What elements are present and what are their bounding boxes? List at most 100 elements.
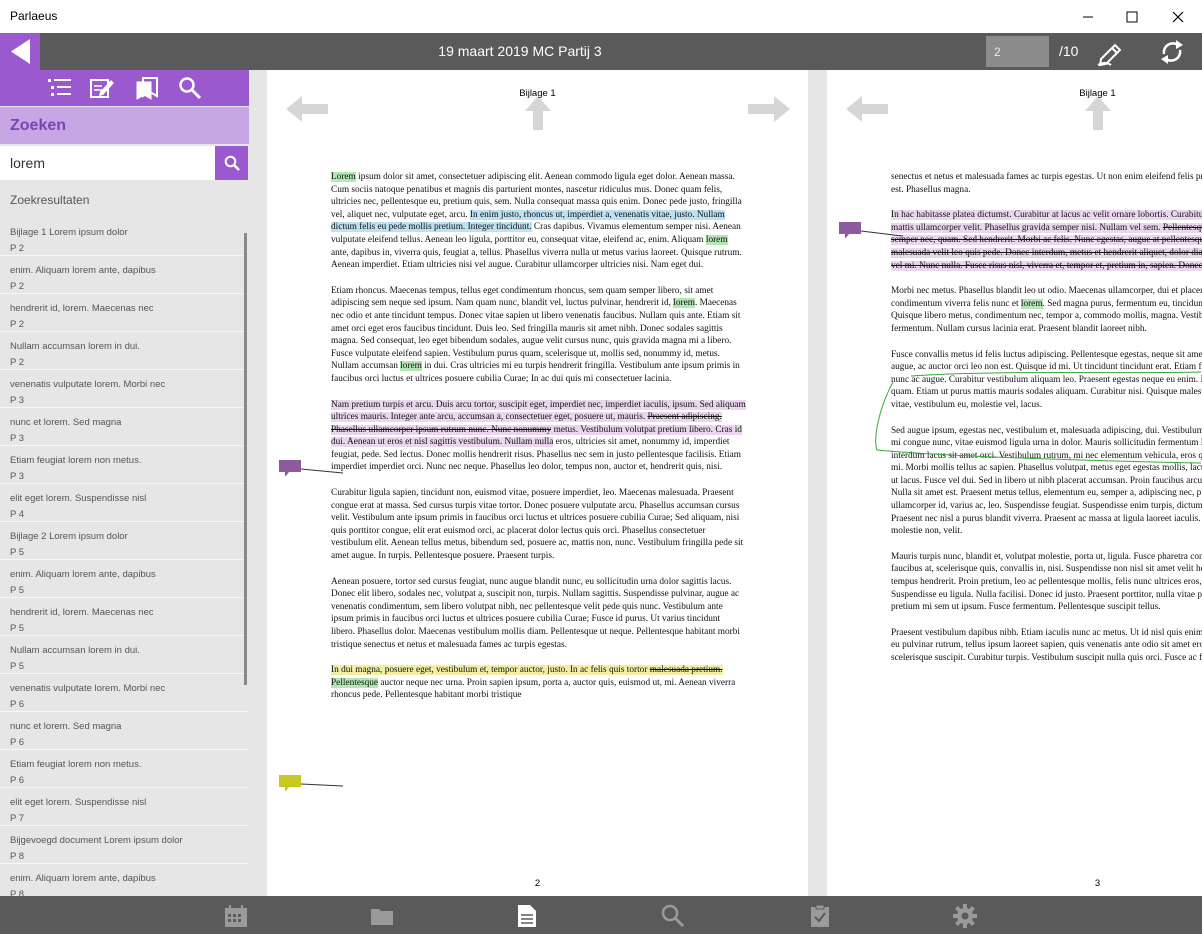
search-result-text: nunc et lorem. Sed magna — [10, 417, 122, 428]
previous-page-arrow-icon[interactable] — [286, 96, 330, 122]
nav-search[interactable] — [661, 904, 685, 928]
up-arrow-icon[interactable] — [1085, 96, 1111, 130]
search-submit-button[interactable] — [215, 146, 248, 180]
paragraph: In hac habitasse platea dictumst. Curabi… — [891, 209, 1202, 272]
bookmarks-icon — [136, 77, 158, 100]
results-scrollbar[interactable] — [244, 233, 247, 685]
paragraph: Etiam rhoncus. Maecenas tempus, tellus e… — [331, 285, 746, 386]
search-result-text: Bijlage 2 Lorem ipsum dolor — [10, 531, 128, 542]
paragraph: Lorem ipsum dolor sit amet, consectetuer… — [331, 171, 746, 272]
search-icon — [661, 904, 685, 928]
close-button[interactable] — [1156, 4, 1200, 30]
search-result-page: P 2 — [10, 281, 25, 292]
page-number: 3 — [1094, 878, 1101, 889]
search-result-text: Bijgevoegd document Lorem ipsum dolor — [10, 835, 183, 846]
search-result-page: P 5 — [10, 623, 25, 634]
nav-tasks[interactable] — [808, 904, 832, 928]
strikethrough-highlight[interactable]: malesuada pretium. — [649, 665, 723, 676]
search-hit-highlight: lorem — [673, 298, 695, 309]
search-hit-highlight: lorem — [400, 361, 422, 372]
edit-icon — [90, 79, 114, 98]
search-result-page: P 6 — [10, 699, 25, 710]
maximize-button[interactable] — [1110, 4, 1154, 30]
search-result-text: venenatis vulputate lorem. Morbi nec — [10, 683, 166, 694]
document-viewer: Bijlage 1 Lorem ipsum dolor sit amet, co… — [249, 70, 1202, 896]
search-result-item[interactable]: hendrerit id, lorem. Maecenas nec P 5 — [0, 598, 249, 636]
search-result-page: P 7 — [10, 813, 25, 824]
maximize-icon — [1126, 11, 1138, 23]
sidebar-heading-text: Zoeken — [10, 117, 67, 134]
pen-annotate-button[interactable] — [1095, 37, 1125, 67]
search-result-page: P 3 — [10, 471, 25, 482]
search-result-item[interactable]: venenatis vulputate lorem. Morbi nec P 3 — [0, 370, 249, 408]
tab-bookmarks[interactable] — [134, 76, 160, 100]
search-result-page: P 5 — [10, 547, 25, 558]
search-result-text: hendrerit id, lorem. Maecenas nec — [10, 607, 154, 618]
search-result-page: P 8 — [10, 889, 25, 896]
page-label: Bijlage 1 — [1079, 88, 1116, 99]
previous-page-arrow-icon[interactable] — [846, 96, 890, 122]
purple-highlight[interactable]: In hac habitasse platea dictumst. Curabi… — [891, 210, 1202, 233]
up-arrow-icon[interactable] — [525, 96, 551, 130]
search-results-list: Bijlage 1 Lorem ipsum dolor P 2 enim. Aliq… — [0, 218, 249, 896]
search-result-page: P 2 — [10, 319, 25, 330]
search-result-item[interactable]: nunc et lorem. Sed magna P 6 — [0, 712, 249, 750]
comment-note-icon[interactable] — [279, 775, 301, 791]
nav-folder[interactable] — [370, 904, 394, 928]
nav-calendar[interactable] — [224, 904, 248, 928]
search-result-item[interactable]: elit eget lorem. Suspendisse nisl P 7 — [0, 788, 249, 826]
search-result-page: P 2 — [10, 357, 25, 368]
minimize-button[interactable] — [1066, 4, 1110, 30]
tab-search[interactable] — [178, 76, 204, 100]
tab-table-of-contents[interactable] — [47, 76, 73, 100]
search-input[interactable] — [0, 146, 215, 180]
search-result-item[interactable]: Bijlage 1 Lorem ipsum dolor P 2 — [0, 218, 249, 256]
search-icon — [179, 77, 202, 100]
document-page-right: Bijlage 1 senectus et netus et malesuada… — [827, 70, 1202, 896]
paragraph: Nam pretium turpis et arcu. Duis arcu to… — [331, 399, 746, 475]
paragraph: Morbi nec metus. Phasellus blandit leo u… — [891, 285, 1202, 335]
minimize-icon — [1083, 16, 1093, 18]
search-result-item[interactable]: enim. Aliquam lorem ante, dapibus P 2 — [0, 256, 249, 294]
search-result-item[interactable]: enim. Aliquam lorem ante, dapibus P 5 — [0, 560, 249, 598]
nav-document[interactable] — [515, 904, 539, 928]
search-result-text: Bijlage 1 Lorem ipsum dolor — [10, 227, 128, 238]
search-result-item[interactable]: Etiam feugiat lorem non metus. P 3 — [0, 446, 249, 484]
search-result-item[interactable]: elit eget lorem. Suspendisse nisl P 4 — [0, 484, 249, 522]
search-result-item[interactable]: Etiam feugiat lorem non metus. P 6 — [0, 750, 249, 788]
search-result-item[interactable]: enim. Aliquam lorem ante, dapibus P 8 — [0, 864, 249, 896]
search-result-page: P 3 — [10, 395, 25, 406]
paragraph: Curabitur ligula sapien, tincidunt non, … — [331, 488, 744, 562]
search-result-item[interactable]: hendrerit id, lorem. Maecenas nec P 2 — [0, 294, 249, 332]
search-hit-highlight: lorem — [705, 234, 728, 245]
search-result-text: enim. Aliquam lorem ante, dapibus — [10, 873, 156, 884]
pen-annotate-icon — [1097, 43, 1122, 67]
search-result-page: P 8 — [10, 851, 25, 862]
page-body-text: Lorem ipsum dolor sit amet, consectetuer… — [331, 171, 746, 715]
search-result-page: P 6 — [10, 737, 25, 748]
page-number-input[interactable] — [986, 36, 1049, 67]
search-result-item[interactable]: nunc et lorem. Sed magna P 3 — [0, 408, 249, 446]
comment-note-icon[interactable] — [839, 222, 861, 238]
search-result-item[interactable]: Nullam accumsan lorem in dui. P 2 — [0, 332, 249, 370]
search-result-text: Nullam accumsan lorem in dui. — [10, 645, 140, 656]
search-result-item[interactable]: Nullam accumsan lorem in dui. P 5 — [0, 636, 249, 674]
calendar-icon — [225, 905, 247, 927]
next-page-arrow-icon[interactable] — [746, 96, 790, 122]
yellow-highlight[interactable]: In dui magna, posuere eget, vestibulum e… — [331, 665, 650, 676]
search-result-text: Etiam feugiat lorem non metus. — [10, 759, 142, 770]
sync-button[interactable] — [1157, 37, 1187, 67]
list-icon — [48, 79, 71, 96]
tab-notes[interactable] — [89, 76, 115, 100]
search-result-text: hendrerit id, lorem. Maecenas nec — [10, 303, 154, 314]
search-hit-highlight: Lorem — [331, 172, 356, 182]
comment-note-icon[interactable] — [279, 460, 301, 476]
search-result-item[interactable]: Bijlage 2 Lorem ipsum dolor P 5 — [0, 522, 249, 560]
search-hit-highlight: lorem — [1020, 298, 1043, 309]
green-highlight[interactable]: Pellentesque — [331, 677, 378, 688]
nav-settings[interactable] — [953, 904, 977, 928]
search-result-item[interactable]: Bijgevoegd document Lorem ipsum dolor P 8 — [0, 826, 249, 864]
freehand-ink-annotation[interactable] — [871, 368, 1202, 468]
search-result-item[interactable]: venenatis vulputate lorem. Morbi nec P 6 — [0, 674, 249, 712]
page-label: Bijlage 1 — [519, 88, 556, 99]
